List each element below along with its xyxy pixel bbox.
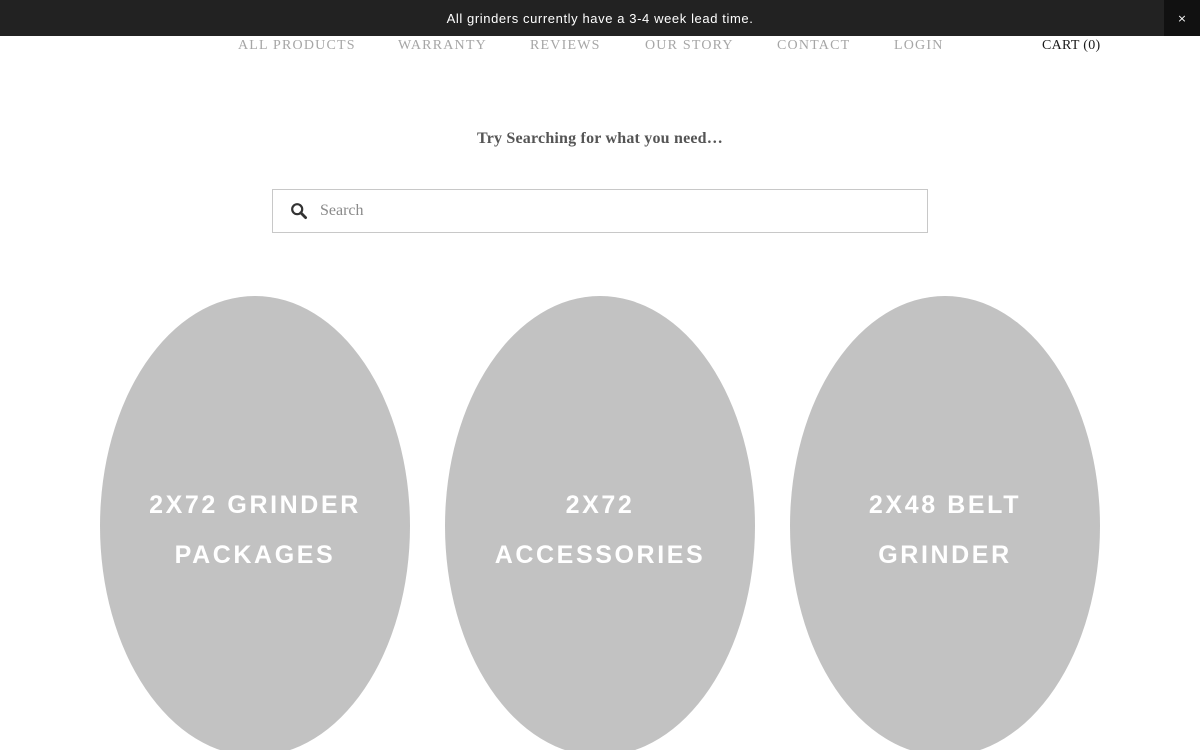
cart-link[interactable]: CART (0) (1042, 38, 1100, 54)
search-icon (290, 202, 308, 220)
category-2x72-accessories[interactable]: 2X72 ACCESSORIES (445, 296, 755, 750)
category-2x48-belt-grinder[interactable]: 2X48 BELT GRINDER (790, 296, 1100, 750)
category-label: 2X48 BELT GRINDER (868, 491, 1022, 569)
nav-login[interactable]: LOGIN (894, 38, 944, 54)
announcement-bar: All grinders currently have a 3-4 week l… (0, 0, 1200, 36)
search-heading: Try Searching for what you need… (477, 130, 723, 147)
category-label: 2X72 GRINDER PACKAGES (149, 491, 361, 569)
nav-our-story[interactable]: OUR STORY (645, 38, 734, 54)
search-box (272, 189, 928, 233)
nav-contact[interactable]: CONTACT (777, 38, 850, 54)
announcement-text: All grinders currently have a 3-4 week l… (446, 10, 754, 26)
nav-warranty[interactable]: WARRANTY (398, 38, 487, 54)
search-input[interactable] (320, 191, 927, 231)
category-2x72-grinder-packages[interactable]: 2X72 GRINDER PACKAGES (100, 296, 410, 750)
close-announcement-button[interactable]: × (1164, 0, 1200, 36)
close-icon: × (1177, 11, 1187, 25)
category-label: 2X72 ACCESSORIES (494, 491, 706, 569)
nav-all-products[interactable]: ALL PRODUCTS (238, 38, 356, 54)
main-nav: ALL PRODUCTS WARRANTY REVIEWS OUR STORY … (0, 36, 1200, 56)
nav-reviews[interactable]: REVIEWS (530, 38, 601, 54)
